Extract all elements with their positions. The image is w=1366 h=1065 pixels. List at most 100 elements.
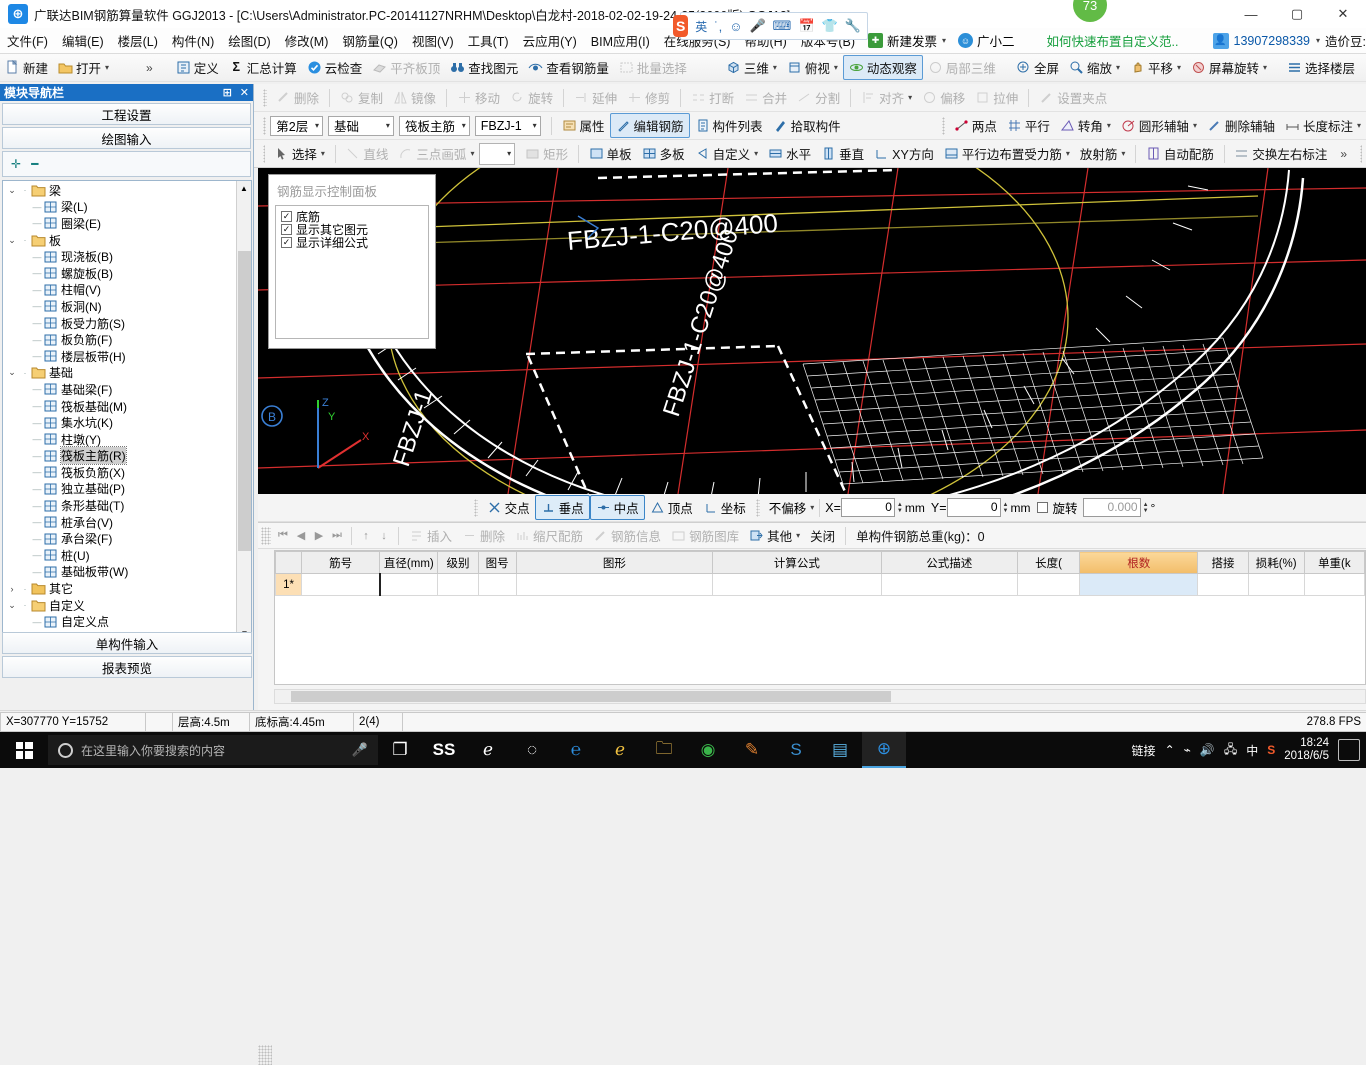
- rotate-checkbox[interactable]: [1037, 502, 1048, 513]
- expand-all-icon[interactable]: ✛: [11, 157, 21, 171]
- chevron-down-icon[interactable]: ⌄: [5, 600, 19, 611]
- multi-slab-button[interactable]: 多板: [637, 142, 690, 165]
- report-preview-button[interactable]: 报表预览: [2, 656, 252, 678]
- move-up-button[interactable]: ↑: [357, 530, 375, 542]
- row-header-cell[interactable]: 1*: [276, 574, 302, 596]
- punct-icon[interactable]: ˙,: [714, 19, 722, 34]
- xy-direction-button[interactable]: XY方向: [869, 142, 939, 165]
- menu-tools[interactable]: 工具(T): [461, 28, 516, 53]
- word-icon[interactable]: ✎: [730, 732, 774, 768]
- tree-item-筏板基础m[interactable]: —筏板基础(M): [3, 398, 238, 415]
- toolbar-grip[interactable]: [263, 89, 267, 107]
- sogou-logo-icon[interactable]: S: [673, 15, 688, 37]
- calendar-icon[interactable]: 📅: [798, 18, 814, 34]
- tree-item-条形基础t[interactable]: —条形基础(T): [3, 497, 238, 514]
- toolbar-grip[interactable]: [263, 145, 265, 163]
- table-row[interactable]: 1*: [276, 574, 1365, 596]
- delete-axis-button[interactable]: 删除辅轴: [1202, 114, 1280, 137]
- swap-dimension-button[interactable]: 交换左右标注: [1229, 142, 1332, 165]
- rotate-input[interactable]: 0.000: [1083, 498, 1141, 517]
- ggj-icon[interactable]: ⊕: [862, 732, 906, 768]
- column-header-7[interactable]: 公式描述: [881, 552, 1017, 574]
- edge-legacy-icon[interactable]: ℯ: [466, 732, 510, 768]
- column-header-0[interactable]: [276, 552, 302, 574]
- auto-rebar-button[interactable]: 自动配筋: [1141, 142, 1219, 165]
- toolbar-grip[interactable]: [263, 117, 266, 135]
- column-header-5[interactable]: 图形: [516, 552, 713, 574]
- ime-toolbar[interactable]: S 英 ˙, ☺ 🎤 ⌨ 📅 👕 🔧: [680, 12, 868, 40]
- other-button[interactable]: 其他▾: [744, 524, 805, 547]
- emoji-icon[interactable]: ☺: [729, 19, 742, 34]
- toolbar-grip[interactable]: [756, 499, 760, 517]
- offset-mode-combo[interactable]: 不偏移 ▾: [764, 496, 815, 519]
- network-icon[interactable]: 🖧: [1224, 740, 1237, 761]
- tree-item-梁[interactable]: ⌄·梁: [3, 182, 238, 199]
- mic-icon[interactable]: 🎤: [352, 742, 368, 758]
- chevron-down-icon[interactable]: ▾: [773, 63, 777, 72]
- toolbar-grip[interactable]: [1360, 145, 1362, 163]
- maximize-button[interactable]: ▢: [1274, 0, 1320, 28]
- pin-icon[interactable]: ⊞: [223, 86, 232, 99]
- tree-item-板[interactable]: ⌄·板: [3, 232, 238, 249]
- new-button[interactable]: 新建: [0, 56, 53, 79]
- chevron-down-icon[interactable]: ▾: [796, 531, 800, 540]
- toolbar-grip[interactable]: [261, 527, 271, 545]
- tree-item-桩u[interactable]: —桩(U): [3, 547, 238, 564]
- account-area[interactable]: 👤 13907298339 ▾ 造价豆:0 🔔: [1213, 31, 1366, 50]
- circle-axis-button[interactable]: 圆形辅轴▾: [1116, 114, 1202, 137]
- ie-classic-icon[interactable]: ℯ: [598, 732, 642, 768]
- snap-intersection[interactable]: 交点: [482, 496, 535, 519]
- checkbox-icon[interactable]: ✓: [281, 211, 292, 222]
- ime-cn-icon[interactable]: 中: [1246, 742, 1258, 759]
- mic-icon[interactable]: 🎤: [749, 18, 765, 34]
- notification-center-icon[interactable]: [1338, 739, 1360, 761]
- custom-tool-button[interactable]: 自定义▾: [690, 142, 764, 165]
- promo-hint[interactable]: 如何快速布置自定义范..: [1047, 31, 1179, 50]
- rebar-table[interactable]: 筋号直径(mm)级别图号图形计算公式公式描述长度(根数搭接损耗(%)单重(k1*: [275, 551, 1365, 684]
- toolbar-overflow-2[interactable]: »: [1360, 61, 1366, 75]
- sogou-browser-icon[interactable]: S: [774, 732, 818, 768]
- cloud-check-button[interactable]: 云检查: [302, 56, 368, 79]
- assistant-button[interactable]: ☺ 广小二: [952, 31, 1021, 50]
- zoom-button[interactable]: 缩放 ▾: [1064, 56, 1125, 79]
- view-3d-button[interactable]: 三维 ▾: [721, 56, 782, 79]
- project-settings-button[interactable]: 工程设置: [2, 103, 251, 125]
- cortana-icon[interactable]: ◌: [510, 732, 554, 768]
- tree-item-自定义[interactable]: ⌄·自定义: [3, 597, 238, 614]
- pick-component-button[interactable]: 拾取构件: [768, 114, 846, 137]
- ie-blue-icon[interactable]: ℮: [554, 732, 598, 768]
- view-rebar-qty-button[interactable]: 查看钢筋量: [523, 56, 614, 79]
- table-cell[interactable]: [302, 574, 380, 596]
- summary-calc-button[interactable]: Σ 汇总计算: [224, 56, 302, 79]
- checkbox-icon[interactable]: ✓: [281, 224, 292, 235]
- component-tree[interactable]: ⌄·梁—梁(L)—圈梁(E)⌄·板—现浇板(B)—螺旋板(B)—柱帽(V)—板洞…: [2, 180, 252, 642]
- table-cell[interactable]: [1198, 574, 1248, 596]
- sogou-icon[interactable]: SS: [422, 732, 466, 768]
- scroll-thumb[interactable]: [238, 251, 251, 551]
- minimize-button[interactable]: —: [1228, 0, 1274, 28]
- table-cell[interactable]: [380, 574, 438, 596]
- chevron-down-icon[interactable]: ▾: [1177, 63, 1181, 72]
- pan-button[interactable]: 平移 ▾: [1125, 56, 1186, 79]
- column-header-8[interactable]: 长度(: [1017, 552, 1079, 574]
- tree-item-柱帽v[interactable]: —柱帽(V): [3, 282, 238, 299]
- edit-rebar-button[interactable]: 编辑钢筋: [610, 113, 690, 138]
- table-cell[interactable]: [1017, 574, 1079, 596]
- photos-icon[interactable]: ▤: [818, 732, 862, 768]
- menu-bim-app[interactable]: BIM应用(I): [584, 28, 657, 53]
- two-point-axis-button[interactable]: 两点: [949, 114, 1002, 137]
- table-cell[interactable]: [438, 574, 478, 596]
- start-button[interactable]: [0, 732, 48, 768]
- snap-coordinate[interactable]: 坐标: [698, 496, 751, 519]
- chevron-down-icon[interactable]: ⌄: [5, 235, 19, 246]
- properties-button[interactable]: 属性: [557, 114, 610, 137]
- column-header-9[interactable]: 根数: [1080, 552, 1198, 574]
- tree-item-圈梁e[interactable]: —圈梁(E): [3, 215, 238, 232]
- rebar-grid[interactable]: 筋号直径(mm)级别图号图形计算公式公式描述长度(根数搭接损耗(%)单重(k1*: [274, 550, 1366, 685]
- tree-item-基础[interactable]: ⌄·基础: [3, 365, 238, 382]
- chevron-down-icon[interactable]: ▾: [1116, 63, 1120, 72]
- table-cell[interactable]: [713, 574, 881, 596]
- table-cell[interactable]: [516, 574, 713, 596]
- new-invoice-button[interactable]: ✚ 新建发票 ▾: [862, 31, 952, 50]
- rotate-spinner[interactable]: ▲▼: [1141, 498, 1151, 517]
